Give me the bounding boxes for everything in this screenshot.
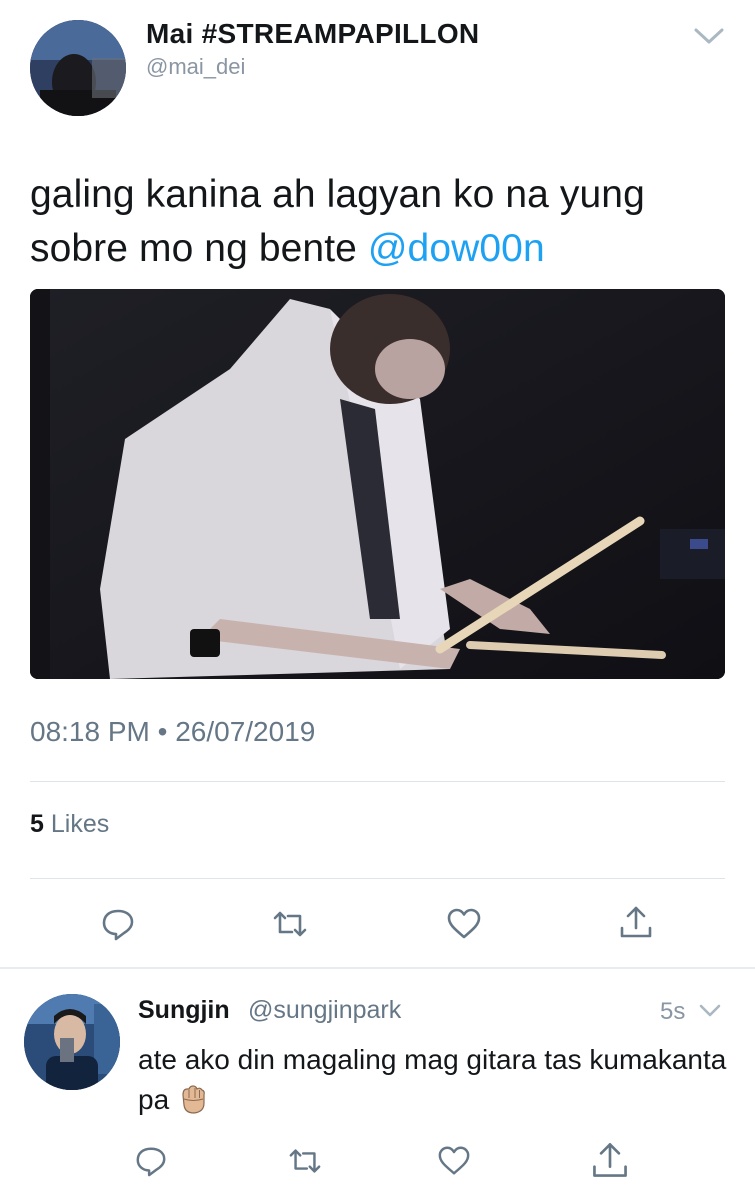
reply-time: 5s [660,998,686,1025]
likes-number: 5 [30,810,44,838]
author-avatar[interactable] [30,20,126,116]
tweet-body: galing kanina ah lagyan ko na yung sobre… [30,173,645,270]
share-icon[interactable] [618,904,654,940]
chevron-down-icon[interactable] [692,24,726,48]
retweet-icon[interactable] [288,1144,322,1178]
tweet-photo[interactable] [30,289,725,679]
reply-text: ate ako din magaling mag gitara tas kuma… [138,1040,728,1120]
raised-fist-emoji [182,1085,206,1114]
chevron-down-icon[interactable] [698,1002,722,1020]
reply-icon[interactable] [134,1144,168,1178]
reply-icon[interactable] [100,906,136,942]
like-icon[interactable] [446,906,482,942]
retweet-icon[interactable] [272,906,308,942]
section-divider [0,967,755,969]
share-icon[interactable] [590,1140,630,1180]
divider [30,878,725,879]
avatar-image [30,20,126,116]
author-handle[interactable]: @mai_dei [146,54,245,80]
tweet-timestamp: 08:18 PM • 26/07/2019 [30,716,316,747]
reply-author-name[interactable]: Sungjin [138,996,230,1025]
avatar-image [24,994,120,1090]
tweet-text: galing kanina ah lagyan ko na yung sobre… [30,168,720,276]
likes-label: Likes [50,810,110,838]
mention-link[interactable]: @dow00n [368,227,545,270]
divider [30,781,725,782]
reply-body: ate ako din magaling mag gitara tas kuma… [138,1044,727,1115]
photo-image [30,289,725,679]
like-icon[interactable] [437,1144,471,1178]
likes-count[interactable]: 5 Likes [30,810,109,839]
reply-author-handle[interactable]: @sungjinpark [248,996,401,1025]
reply-author-avatar[interactable] [24,994,120,1090]
author-name[interactable]: Mai #STREAMPAPILLON [146,18,479,50]
